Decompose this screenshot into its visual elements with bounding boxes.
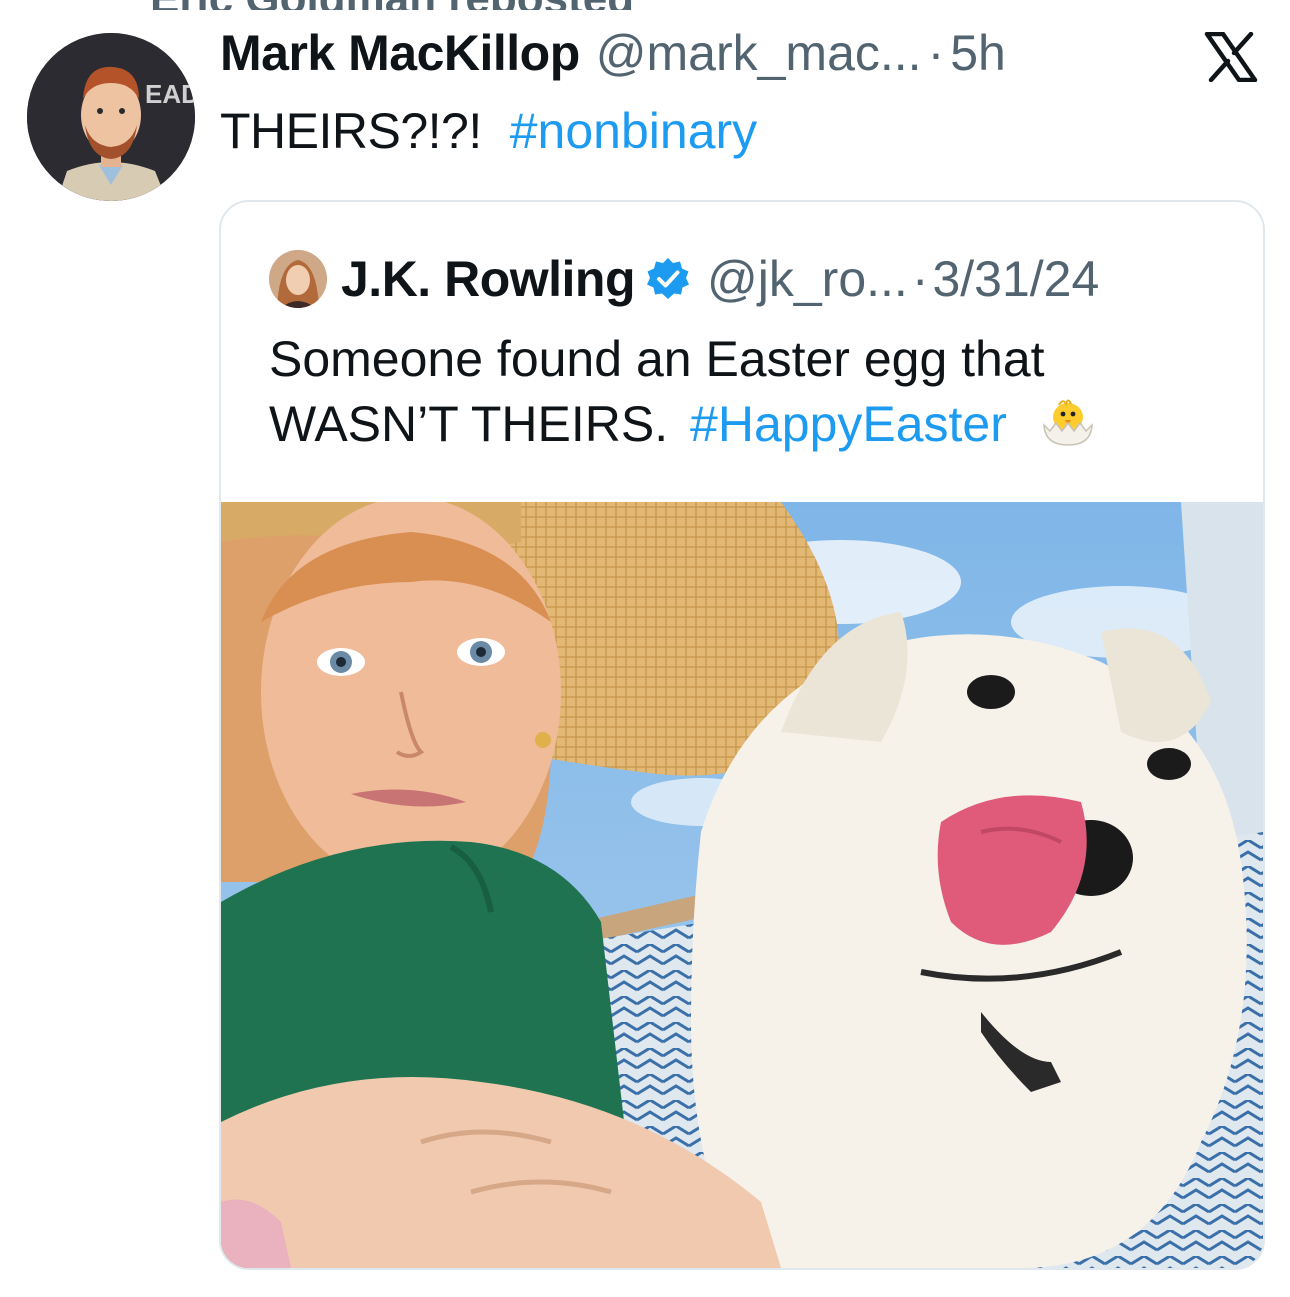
post-hashtag-link[interactable]: #nonbinary (510, 102, 757, 160)
avatar-backdrop-text: EAD (145, 79, 195, 109)
quoted-tweet-card[interactable]: J.K. Rowling @jk_ro... · 3/31/24 Someone… (219, 200, 1265, 1270)
post-time[interactable]: 5h (950, 24, 1006, 82)
author-handle[interactable]: @mark_mac... (596, 24, 922, 82)
post-text: THEIRS?!?! #nonbinary (220, 102, 757, 160)
quoted-tweet-photo[interactable] (221, 502, 1263, 1268)
quoted-separator-dot: · (911, 251, 929, 307)
repost-label: Eric Goldman reposted (150, 0, 634, 10)
author-avatar[interactable]: EAD (27, 33, 195, 201)
x-logo-icon[interactable] (1204, 31, 1258, 83)
quoted-author-handle[interactable]: @jk_ro... (707, 250, 908, 308)
quoted-tweet-header: J.K. Rowling @jk_ro... · 3/31/24 (269, 246, 1099, 312)
quoted-post-date[interactable]: 3/31/24 (932, 250, 1099, 308)
separator-dot: · (927, 25, 945, 81)
verified-badge-icon (645, 256, 691, 302)
hatching-chick-icon (1037, 387, 1099, 449)
post-header: Mark MacKillop @mark_mac... · 5h (220, 24, 1006, 90)
quoted-author-avatar[interactable] (269, 250, 327, 308)
selfie-with-dog-photo (221, 502, 1263, 1268)
quoted-hashtag-link[interactable]: #HappyEaster (690, 396, 1007, 452)
author-name[interactable]: Mark MacKillop (220, 24, 580, 82)
quoted-tweet-text: Someone found an Easter egg that WASN’T … (269, 332, 1229, 452)
quoted-author-name[interactable]: J.K. Rowling (341, 250, 636, 308)
post-body-text: THEIRS?!?! (220, 103, 482, 159)
author-avatar-image: EAD (27, 33, 195, 201)
